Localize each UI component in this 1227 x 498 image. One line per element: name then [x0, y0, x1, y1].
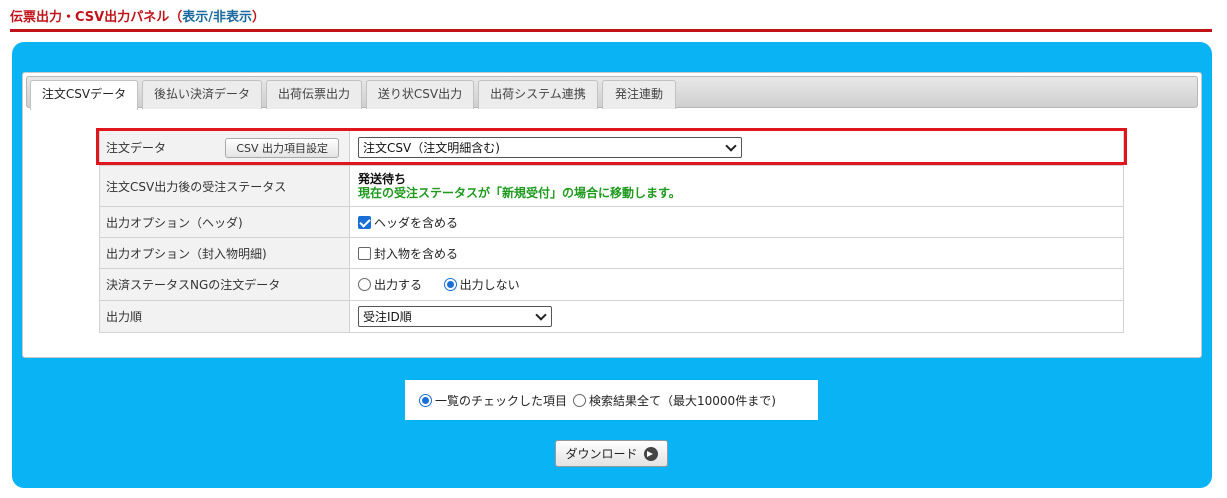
ng-output-label[interactable]: 出力する: [374, 278, 422, 292]
header-checkbox[interactable]: [358, 215, 371, 229]
tab-invoice-csv[interactable]: 送り状CSV出力: [366, 80, 474, 109]
scope-checked-items-radio[interactable]: [419, 393, 432, 407]
order-data-label-cell: 注文データ CSV 出力項目設定: [99, 129, 350, 166]
tab-shipping-slip[interactable]: 出荷伝票出力: [266, 80, 362, 109]
order-by-select[interactable]: 受注ID順: [358, 306, 552, 327]
toggle-visibility-link[interactable]: 表示/非表示: [182, 10, 252, 25]
ng-payment-label: 決済ステータスNGの注文データ: [99, 268, 350, 301]
order-data-label: 注文データ: [106, 141, 167, 155]
ng-no-output-radio[interactable]: [443, 278, 457, 291]
chevron-down-icon: [725, 139, 737, 152]
order-by-selected: 受注ID順: [363, 310, 412, 324]
download-button[interactable]: ダウンロード: [555, 440, 668, 467]
chevron-down-icon: [535, 308, 547, 321]
row-order-data: 注文データ CSV 出力項目設定 注文CSV（注文明細含む): [99, 129, 1124, 166]
header-option-value-cell: ヘッダを含める: [349, 206, 1124, 238]
ng-output-radio[interactable]: [358, 278, 371, 291]
ng-payment-value-cell: 出力する 出力しない: [349, 268, 1124, 301]
header-divider: [10, 29, 1212, 32]
arrow-right-circle-icon: [643, 446, 658, 461]
order-data-value-cell: 注文CSV（注文明細含む): [349, 129, 1124, 166]
panel-title: 伝票出力・CSV出力パネル: [10, 10, 170, 25]
order-by-value-cell: 受注ID順: [349, 300, 1124, 333]
row-enclosure-option: 出力オプション（封入物明細) 封入物を含める: [99, 237, 1124, 269]
scope-checked-items-label[interactable]: 一覧のチェックした項目: [435, 392, 567, 409]
post-status-label: 注文CSV出力後の受注ステータス: [99, 165, 350, 207]
tab-deferred-payment[interactable]: 後払い決済データ: [142, 80, 262, 109]
paren-open: （: [169, 10, 183, 25]
order-data-selected: 注文CSV（注文明細含む): [363, 141, 500, 155]
enclosure-option-label: 出力オプション（封入物明細): [99, 237, 350, 269]
tab-shipping-system[interactable]: 出荷システム連携: [478, 80, 598, 109]
header-checkbox-label[interactable]: ヘッダを含める: [374, 216, 458, 230]
ng-no-output-label[interactable]: 出力しない: [460, 278, 520, 292]
order-data-select[interactable]: 注文CSV（注文明細含む): [358, 137, 742, 158]
post-status-value-cell: 発送待ち 現在の受注ステータスが「新規受付」の場合に移動します。: [349, 165, 1124, 207]
row-order-by: 出力順 受注ID順: [99, 300, 1124, 333]
csv-field-settings-button[interactable]: CSV 出力項目設定: [225, 137, 339, 158]
scope-all-results-radio[interactable]: [573, 393, 587, 407]
csv-options-table: 注文データ CSV 出力項目設定 注文CSV（注文明細含む) 注文CSV出力後の…: [99, 129, 1124, 333]
post-status-value: 発送待ち: [358, 172, 407, 186]
order-by-label: 出力順: [99, 300, 350, 333]
output-scope-box: 一覧のチェックした項目 検索結果全て（最大10000件まで): [405, 380, 818, 420]
row-post-status: 注文CSV出力後の受注ステータス 発送待ち 現在の受注ステータスが「新規受付」の…: [99, 165, 1124, 207]
post-status-note: 現在の受注ステータスが「新規受付」の場合に移動します。: [358, 186, 681, 200]
tab-purchase-order[interactable]: 発注連動: [602, 80, 676, 109]
enclosure-checkbox[interactable]: [358, 246, 371, 260]
panel-header: 伝票出力・CSV出力パネル（表示/非表示）: [10, 6, 265, 25]
row-ng-payment: 決済ステータスNGの注文データ 出力する 出力しない: [99, 268, 1124, 301]
enclosure-option-value-cell: 封入物を含める: [349, 237, 1124, 269]
scope-all-results-label[interactable]: 検索結果全て（最大10000件まで): [589, 392, 776, 409]
tab-order-csv[interactable]: 注文CSVデータ: [30, 80, 138, 110]
paren-close: ）: [251, 10, 265, 25]
row-header-option: 出力オプション（ヘッダ) ヘッダを含める: [99, 206, 1124, 238]
header-option-label: 出力オプション（ヘッダ): [99, 206, 350, 238]
enclosure-checkbox-label[interactable]: 封入物を含める: [374, 247, 458, 261]
download-button-label: ダウンロード: [565, 447, 638, 461]
